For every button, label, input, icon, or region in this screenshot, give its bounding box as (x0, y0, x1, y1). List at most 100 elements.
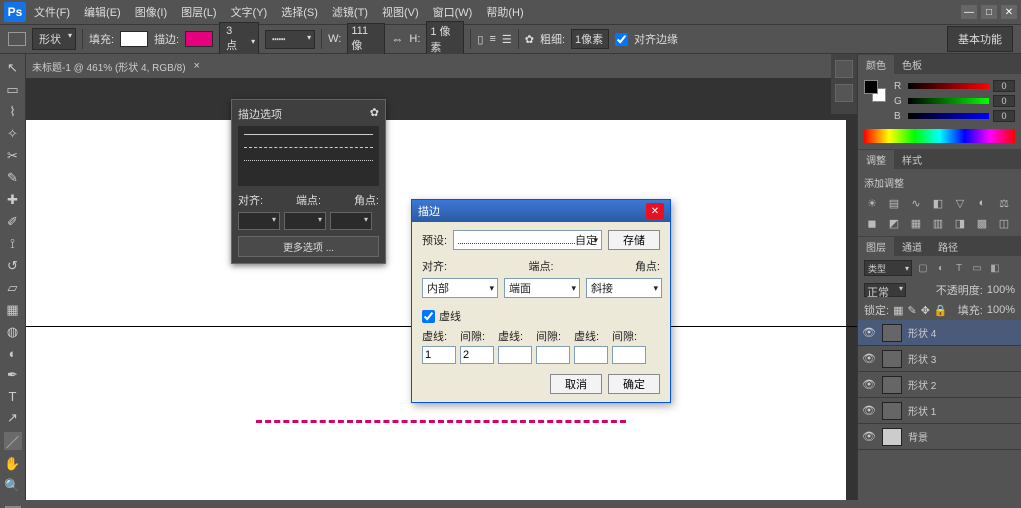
layer-filter-kind[interactable]: 类型 (864, 260, 912, 276)
wand-tool-icon[interactable]: ✧ (4, 126, 22, 142)
adj-bw-icon[interactable]: ◼ (864, 216, 880, 230)
layer-thumb[interactable] (882, 402, 902, 420)
adj-lookup-icon[interactable]: ▥ (930, 216, 946, 230)
properties-panel-icon[interactable] (835, 84, 853, 102)
width-input[interactable]: 111 像 (347, 23, 385, 55)
stroke-preset-list[interactable] (238, 126, 379, 186)
blur-tool-icon[interactable]: ◍ (4, 324, 22, 340)
adj-curves-icon[interactable]: ∿ (908, 196, 924, 210)
stroke-swatch[interactable] (185, 31, 213, 47)
dlg-align-select[interactable]: 内部 (422, 278, 498, 298)
more-options-button[interactable]: 更多选项 ... (238, 236, 379, 257)
preset-dashed[interactable] (244, 147, 373, 148)
menu-filter[interactable]: 滤镜(T) (332, 4, 368, 20)
lock-pixels-icon[interactable]: ✎ (907, 304, 916, 317)
tab-paths[interactable]: 路径 (930, 237, 966, 256)
dodge-tool-icon[interactable]: ◐ (4, 346, 22, 361)
blend-mode-select[interactable]: 正常 (864, 283, 906, 297)
layer-item[interactable]: 👁形状 3 (858, 346, 1021, 372)
preset-solid[interactable] (244, 134, 373, 135)
gradient-tool-icon[interactable]: ▦ (4, 302, 22, 318)
adj-hue-icon[interactable]: ◐ (974, 196, 990, 210)
layer-thumb[interactable] (882, 324, 902, 342)
popup-caps-select[interactable] (284, 212, 326, 230)
fill-swatch[interactable] (120, 31, 148, 47)
dash-input-4[interactable] (574, 346, 608, 364)
align-edges-checkbox[interactable] (615, 33, 628, 46)
popup-corners-select[interactable] (330, 212, 372, 230)
dash-input-1[interactable] (460, 346, 494, 364)
link-wh-icon[interactable]: ⇔ (391, 32, 403, 46)
history-brush-icon[interactable]: ↺ (4, 258, 22, 274)
close-tab-icon[interactable]: × (194, 60, 200, 72)
menu-type[interactable]: 文字(Y) (231, 4, 268, 20)
visibility-icon[interactable]: 👁 (862, 404, 876, 417)
adj-invert-icon[interactable]: ◨ (952, 216, 968, 230)
dialog-close-icon[interactable]: ✕ (646, 203, 664, 219)
layer-item[interactable]: 👁形状 1 (858, 398, 1021, 424)
dlg-caps-select[interactable]: 端面 (504, 278, 580, 298)
dash-input-3[interactable] (536, 346, 570, 364)
align-icon[interactable]: ≡ (489, 33, 495, 45)
tab-channels[interactable]: 通道 (894, 237, 930, 256)
adj-levels-icon[interactable]: ▤ (886, 196, 902, 210)
layer-item[interactable]: 👁形状 4 (858, 320, 1021, 346)
visibility-icon[interactable]: 👁 (862, 326, 876, 339)
stamp-tool-icon[interactable]: ⟟ (4, 236, 22, 252)
r-slider[interactable] (908, 83, 989, 89)
move-tool-icon[interactable]: ↖ (4, 60, 22, 76)
dlg-corners-select[interactable]: 斜接 (586, 278, 662, 298)
adj-poster-icon[interactable]: ▩ (974, 216, 990, 230)
stroke-width-dropdown[interactable]: 3 点 (219, 22, 259, 56)
line-shape-icon[interactable]: ／ (4, 432, 22, 450)
line-tool-icon[interactable] (8, 32, 26, 46)
tab-swatches[interactable]: 色板 (894, 55, 930, 74)
adj-photo-icon[interactable]: ◩ (886, 216, 902, 230)
visibility-icon[interactable]: 👁 (862, 352, 876, 365)
lock-pos-icon[interactable]: ✥ (921, 304, 930, 317)
thickness-input[interactable]: 1像素 (571, 29, 609, 49)
opacity-value[interactable]: 100% (987, 284, 1015, 296)
close-button[interactable]: ✕ (1001, 5, 1017, 19)
brush-tool-icon[interactable]: ✐ (4, 214, 22, 230)
tab-color[interactable]: 颜色 (858, 55, 894, 74)
tab-styles[interactable]: 样式 (894, 150, 930, 169)
path-select-icon[interactable]: ↗ (4, 410, 22, 426)
filter-adjust-icon[interactable]: ◐ (934, 261, 948, 275)
adj-exposure-icon[interactable]: ◧ (930, 196, 946, 210)
preset-select[interactable]: 自定 (453, 230, 602, 250)
tab-adjustments[interactable]: 调整 (858, 150, 894, 169)
minimize-button[interactable]: — (961, 5, 977, 19)
cancel-button[interactable]: 取消 (550, 374, 602, 394)
b-value[interactable]: 0 (993, 110, 1015, 122)
menu-edit[interactable]: 编辑(E) (84, 4, 121, 20)
ok-button[interactable]: 确定 (608, 374, 660, 394)
g-slider[interactable] (908, 98, 989, 104)
r-value[interactable]: 0 (993, 80, 1015, 92)
menu-file[interactable]: 文件(F) (34, 4, 70, 20)
menu-window[interactable]: 窗口(W) (433, 4, 473, 20)
g-value[interactable]: 0 (993, 95, 1015, 107)
layer-item[interactable]: 👁背景 (858, 424, 1021, 450)
visibility-icon[interactable]: 👁 (862, 430, 876, 443)
dash-input-2[interactable] (498, 346, 532, 364)
arrange-icon[interactable]: ☰ (502, 33, 512, 46)
fill-opacity-value[interactable]: 100% (987, 304, 1015, 316)
eraser-tool-icon[interactable]: ▱ (4, 280, 22, 296)
layer-thumb[interactable] (882, 376, 902, 394)
dash-input-0[interactable] (422, 346, 456, 364)
dash-input-5[interactable] (612, 346, 646, 364)
crop-tool-icon[interactable]: ✂ (4, 148, 22, 164)
filter-smart-icon[interactable]: ◧ (988, 261, 1002, 275)
layer-thumb[interactable] (882, 428, 902, 446)
path-ops-icon[interactable]: ▯ (477, 33, 483, 46)
adj-brightness-icon[interactable]: ☀ (864, 196, 880, 210)
stroke-popup-gear-icon[interactable]: ✿ (370, 106, 379, 122)
menu-layer[interactable]: 图层(L) (181, 4, 216, 20)
pen-tool-icon[interactable]: ✒ (4, 367, 22, 383)
filter-pixel-icon[interactable]: ▢ (916, 261, 930, 275)
dashed-checkbox[interactable] (422, 310, 435, 323)
type-tool-icon[interactable]: T (4, 389, 22, 404)
fg-bg-swatch[interactable] (864, 80, 886, 102)
dialog-titlebar[interactable]: 描边 ✕ (412, 200, 670, 222)
